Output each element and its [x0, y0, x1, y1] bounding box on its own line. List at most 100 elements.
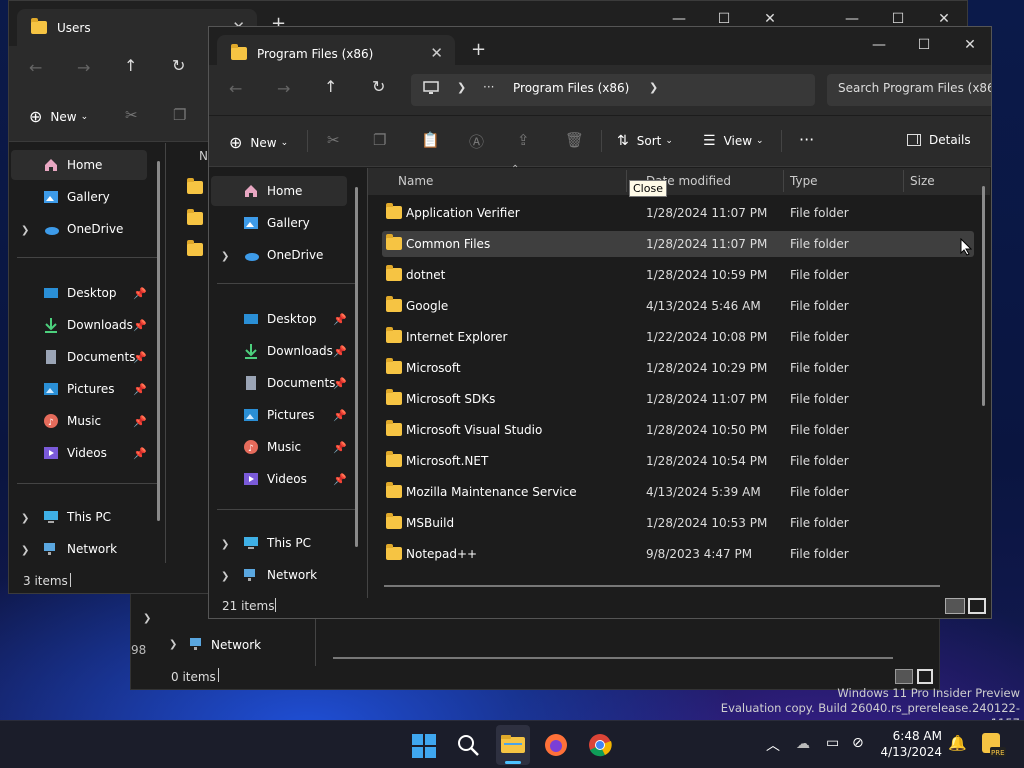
up-arrow-icon[interactable]: ↑: [124, 56, 137, 75]
column-header-size[interactable]: Size: [910, 174, 935, 188]
chevron-right-icon[interactable]: ❯: [221, 251, 229, 262]
firefox-icon[interactable]: [544, 733, 568, 757]
chevron-right-icon[interactable]: ❯: [21, 225, 29, 236]
close-window-icon[interactable]: ✕: [929, 11, 959, 27]
start-icon[interactable]: [412, 734, 436, 758]
pin-icon[interactable]: 📌: [333, 313, 347, 326]
forward-arrow-icon[interactable]: →: [277, 79, 290, 98]
file-row[interactable]: dotnet 1/28/2024 10:59 PM File folder: [382, 262, 974, 288]
search-input[interactable]: Search Program Files (x86): [827, 74, 991, 106]
close-window-icon[interactable]: ✕: [755, 11, 785, 27]
pin-icon[interactable]: 📌: [333, 409, 347, 422]
sidebar-item-onedrive[interactable]: OneDrive: [43, 215, 123, 243]
sidebar-item-videos[interactable]: Videos: [243, 465, 307, 493]
chevron-up-icon[interactable]: ︿: [766, 735, 780, 755]
sidebar-item-gallery[interactable]: Gallery: [243, 209, 310, 237]
sidebar-item-network[interactable]: Network: [43, 535, 117, 563]
pin-icon[interactable]: 📌: [333, 473, 347, 486]
forward-arrow-icon[interactable]: →: [77, 58, 90, 77]
copy-icon[interactable]: ❐: [373, 131, 386, 149]
sidebar-item-network[interactable]: Network: [243, 561, 317, 589]
share-icon[interactable]: ⇪: [517, 131, 530, 149]
sidebar-item-pictures[interactable]: Pictures: [243, 401, 315, 429]
new-button[interactable]: ⊕ New ⌄: [229, 133, 288, 152]
sidebar-item-home[interactable]: Home: [243, 177, 302, 205]
close-window-icon[interactable]: ✕: [955, 37, 985, 53]
copy-icon[interactable]: ❐: [173, 106, 186, 124]
pin-icon[interactable]: 📌: [133, 319, 147, 332]
pin-icon[interactable]: 📌: [133, 415, 147, 428]
horizontal-scrollbar[interactable]: [384, 585, 940, 587]
sidebar-item-downloads[interactable]: Downloads: [43, 311, 133, 339]
cut-icon[interactable]: ✂: [125, 106, 138, 124]
back-arrow-icon[interactable]: ←: [229, 79, 242, 98]
chrome-icon[interactable]: [588, 733, 612, 757]
sidebar-item-desktop[interactable]: Desktop: [243, 305, 317, 333]
cloud-off-icon[interactable]: ☁: [796, 736, 810, 752]
sidebar-item-pictures[interactable]: Pictures: [43, 375, 115, 403]
sidebar-item-network[interactable]: Network: [211, 638, 261, 652]
chevron-right-icon[interactable]: ❯: [649, 81, 658, 94]
file-row[interactable]: Notepad++ 9/8/2023 4:47 PM File folder: [382, 541, 974, 567]
view-button[interactable]: ☰ View ⌄: [703, 133, 764, 149]
maximize-icon[interactable]: ☐: [709, 11, 739, 27]
file-row[interactable]: Google 4/13/2024 5:46 AM File folder: [382, 293, 974, 319]
breadcrumb-more[interactable]: ···: [483, 80, 494, 94]
more-options-button[interactable]: ···: [799, 130, 814, 149]
pin-icon[interactable]: 📌: [333, 345, 347, 358]
file-row[interactable]: Microsoft 1/28/2024 10:29 PM File folder: [382, 355, 974, 381]
details-button[interactable]: Details: [907, 133, 971, 147]
new-tab-icon[interactable]: +: [471, 39, 486, 60]
file-row[interactable]: Microsoft.NET 1/28/2024 10:54 PM File fold…: [382, 448, 974, 474]
sidebar-item-desktop[interactable]: Desktop: [43, 279, 117, 307]
minimize-icon[interactable]: —: [664, 11, 694, 27]
file-row[interactable]: Microsoft SDKs 1/28/2024 11:07 PM File fol…: [382, 386, 974, 412]
minimize-icon[interactable]: —: [864, 37, 894, 53]
notification-bell-icon[interactable]: 🔔: [948, 734, 967, 752]
details-view-icon[interactable]: [895, 669, 913, 684]
new-button[interactable]: ⊕ New ⌄: [29, 107, 88, 126]
chevron-right-icon[interactable]: ❯: [21, 545, 29, 556]
file-row[interactable]: Application Verifier 1/28/2024 11:07 PM Fi…: [382, 200, 974, 226]
sidebar-item-music[interactable]: ♪ Music: [43, 407, 101, 435]
refresh-icon[interactable]: ↻: [172, 56, 185, 75]
sidebar-scrollbar[interactable]: [157, 161, 160, 521]
file-row[interactable]: MSBuild 1/28/2024 10:53 PM File folder: [382, 510, 974, 536]
horizontal-scrollbar[interactable]: [333, 657, 893, 659]
display-icon[interactable]: ▭: [826, 735, 839, 751]
sidebar-item-thispc[interactable]: This PC: [43, 503, 111, 531]
pin-icon[interactable]: 📌: [133, 287, 147, 300]
breadcrumb[interactable]: Program Files (x86): [513, 81, 629, 95]
chevron-right-icon[interactable]: ❯: [21, 513, 29, 524]
tiles-view-icon[interactable]: [968, 598, 986, 614]
sidebar-item-music[interactable]: ♪ Music: [243, 433, 301, 461]
maximize-icon[interactable]: ☐: [909, 37, 939, 53]
minimize-icon[interactable]: —: [837, 11, 867, 27]
sidebar-scrollbar[interactable]: [355, 187, 358, 547]
sidebar-item-onedrive[interactable]: OneDrive: [243, 241, 323, 269]
sidebar-item-downloads[interactable]: Downloads: [243, 337, 333, 365]
taskbar-explorer-button[interactable]: [496, 725, 530, 765]
search-icon[interactable]: [456, 733, 480, 757]
sort-button[interactable]: ⇅ Sort ⌄: [617, 133, 673, 149]
cut-icon[interactable]: ✂: [327, 131, 340, 149]
maximize-icon[interactable]: ☐: [883, 11, 913, 27]
chevron-right-icon[interactable]: ❯: [221, 571, 229, 582]
network-status-icon[interactable]: ⊘: [852, 735, 864, 751]
vertical-scrollbar[interactable]: [982, 186, 985, 406]
column-header-name[interactable]: N: [199, 149, 208, 163]
sidebar-item-documents[interactable]: Documents: [43, 343, 135, 371]
pin-icon[interactable]: 📌: [133, 383, 147, 396]
rename-icon[interactable]: Ⓐ: [469, 131, 484, 152]
column-header-name[interactable]: Name: [398, 174, 433, 188]
file-row[interactable]: Mozilla Maintenance Service 4/13/2024 5:3…: [382, 479, 974, 505]
file-row[interactable]: Internet Explorer 1/22/2024 10:08 PM File …: [382, 324, 974, 350]
paste-icon[interactable]: 📋: [421, 131, 440, 149]
chevron-right-icon[interactable]: ❯: [169, 639, 177, 650]
pin-icon[interactable]: 📌: [333, 441, 347, 454]
sidebar-item-home[interactable]: Home: [43, 151, 102, 179]
pin-icon[interactable]: 📌: [133, 351, 147, 364]
tiles-view-icon[interactable]: [917, 669, 933, 684]
file-row[interactable]: Microsoft Visual Studio 1/28/2024 10:50 P…: [382, 417, 974, 443]
pin-icon[interactable]: 📌: [333, 377, 347, 390]
